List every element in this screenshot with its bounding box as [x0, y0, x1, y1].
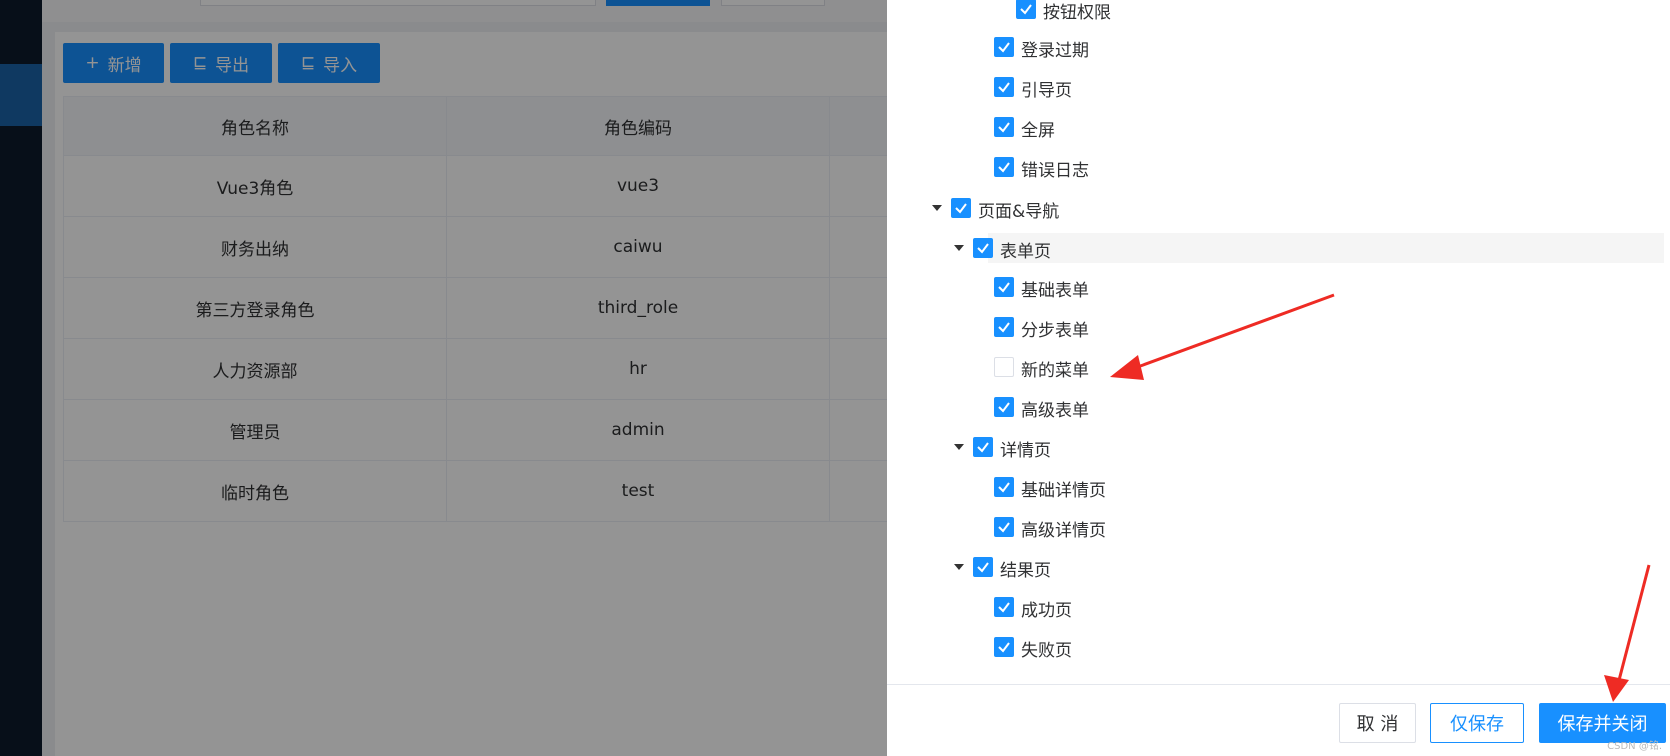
- tree-node-label: 全屏: [1021, 121, 1055, 141]
- checkbox-checked[interactable]: [994, 277, 1014, 297]
- watermark: CSDN @铭.: [1607, 741, 1662, 752]
- tree-node[interactable]: 全屏: [887, 112, 1670, 142]
- tree-node-label: 结果页: [1000, 561, 1051, 581]
- tree-node-label: 失败页: [1021, 641, 1072, 661]
- tree-node-label: 成功页: [1021, 601, 1072, 621]
- tree-node[interactable]: 结果页: [887, 552, 1670, 582]
- caret-down-icon[interactable]: [954, 245, 964, 251]
- checkbox-checked[interactable]: [973, 238, 993, 258]
- tree-node[interactable]: 错误日志: [887, 152, 1670, 182]
- drawer-overlay[interactable]: [0, 0, 887, 756]
- tree-node[interactable]: 表单页: [887, 233, 1670, 263]
- tree-node-label: 登录过期: [1021, 41, 1089, 61]
- tree-node-label: 高级详情页: [1021, 521, 1106, 541]
- caret-down-icon[interactable]: [954, 564, 964, 570]
- tree-node[interactable]: 按钮权限: [887, 0, 1670, 24]
- tree-node[interactable]: 页面&导航: [887, 193, 1670, 223]
- caret-down-icon[interactable]: [954, 444, 964, 450]
- tree-node-label: 错误日志: [1021, 161, 1089, 181]
- tree-node-label: 页面&导航: [978, 202, 1060, 222]
- cancel-button[interactable]: 取 消: [1339, 703, 1416, 743]
- checkbox-checked[interactable]: [994, 397, 1014, 417]
- checkbox-checked[interactable]: [973, 437, 993, 457]
- checkbox-checked[interactable]: [1016, 0, 1036, 19]
- tree-node[interactable]: 登录过期: [887, 32, 1670, 62]
- checkbox-checked[interactable]: [951, 198, 971, 218]
- tree-node[interactable]: 基础表单: [887, 272, 1670, 302]
- tree-node[interactable]: 分步表单: [887, 312, 1670, 342]
- permission-tree: 按钮权限 登录过期 引导页 全屏 错误日志 页面&导航 表单页 基础表单 分步表…: [887, 0, 1670, 684]
- checkbox-checked[interactable]: [994, 597, 1014, 617]
- checkbox-checked[interactable]: [994, 157, 1014, 177]
- tree-node-label: 分步表单: [1021, 321, 1089, 341]
- caret-down-icon[interactable]: [932, 205, 942, 211]
- checkbox-checked[interactable]: [994, 517, 1014, 537]
- checkbox-unchecked[interactable]: [994, 357, 1014, 377]
- drawer-footer: 取 消 仅保存 保存并关闭 CSDN @铭.: [887, 684, 1670, 756]
- checkbox-checked[interactable]: [994, 37, 1014, 57]
- tree-node[interactable]: 详情页: [887, 432, 1670, 462]
- tree-node-label: 表单页: [1000, 242, 1051, 262]
- tree-node[interactable]: 高级详情页: [887, 512, 1670, 542]
- tree-node[interactable]: 高级表单: [887, 392, 1670, 422]
- tree-node[interactable]: 引导页: [887, 72, 1670, 102]
- tree-node-label: 基础表单: [1021, 281, 1089, 301]
- tree-node-label: 按钮权限: [1043, 3, 1111, 23]
- checkbox-checked[interactable]: [994, 317, 1014, 337]
- tree-node-label: 基础详情页: [1021, 481, 1106, 501]
- checkbox-checked[interactable]: [994, 77, 1014, 97]
- checkbox-checked[interactable]: [994, 117, 1014, 137]
- tree-node-label: 引导页: [1021, 81, 1072, 101]
- tree-node[interactable]: 失败页: [887, 632, 1670, 662]
- checkbox-checked[interactable]: [994, 637, 1014, 657]
- tree-node[interactable]: 成功页: [887, 592, 1670, 622]
- save-only-button[interactable]: 仅保存: [1430, 703, 1524, 743]
- tree-node[interactable]: 新的菜单: [887, 352, 1670, 382]
- tree-node-label: 详情页: [1000, 441, 1051, 461]
- permission-drawer: 按钮权限 登录过期 引导页 全屏 错误日志 页面&导航 表单页 基础表单 分步表…: [887, 0, 1670, 756]
- checkbox-checked[interactable]: [994, 477, 1014, 497]
- tree-node-label: 新的菜单: [1021, 361, 1089, 381]
- checkbox-checked[interactable]: [973, 557, 993, 577]
- tree-node-label: 高级表单: [1021, 401, 1089, 421]
- tree-node[interactable]: 基础详情页: [887, 472, 1670, 502]
